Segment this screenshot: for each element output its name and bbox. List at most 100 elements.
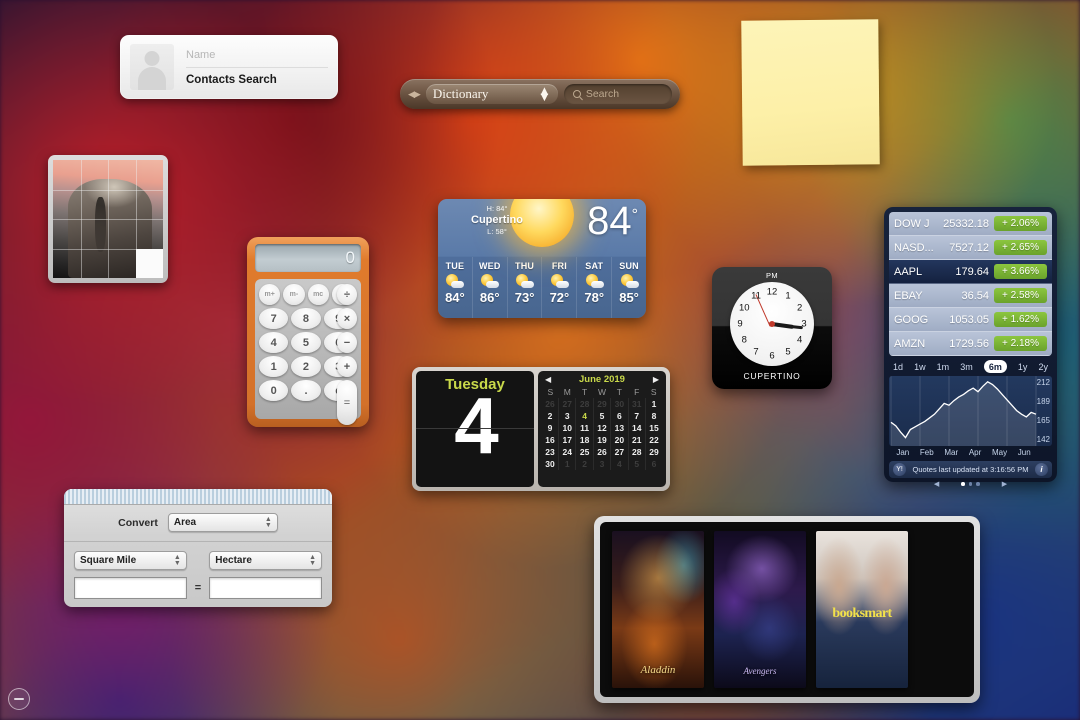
tile-game-widget[interactable]: [48, 155, 168, 283]
calendar-day-cell[interactable]: 2: [576, 458, 593, 470]
converter-category-select[interactable]: Area ▲▼: [168, 513, 278, 532]
movie-poster[interactable]: Aladdin: [612, 531, 704, 688]
dictionary-search-input[interactable]: Search: [564, 84, 672, 104]
calendar-day-cell[interactable]: 21: [628, 434, 645, 446]
calendar-day-cell[interactable]: 26: [593, 446, 610, 458]
calculator-key-mminus[interactable]: m-: [283, 284, 304, 305]
stock-row[interactable]: GOOG 1053.05 + 1.62%: [889, 308, 1052, 332]
calendar-day-cell[interactable]: 9: [542, 422, 559, 434]
calendar-day-cell[interactable]: 3: [593, 458, 610, 470]
calculator-key-divide[interactable]: ÷: [337, 284, 357, 305]
calendar-day-cell[interactable]: 15: [645, 422, 662, 434]
calendar-day-cell[interactable]: 12: [593, 422, 610, 434]
calendar-day-cell[interactable]: 4: [611, 458, 628, 470]
calendar-day-cell[interactable]: 23: [542, 446, 559, 458]
calendar-day-cell[interactable]: 10: [559, 422, 576, 434]
range-1d[interactable]: 1d: [893, 362, 903, 372]
stock-row[interactable]: AMZN 1729.56 + 2.18%: [889, 332, 1052, 356]
range-3m[interactable]: 3m: [960, 362, 973, 372]
calendar-day-cell[interactable]: 2: [542, 410, 559, 422]
stock-row[interactable]: EBAY 36.54 + 2.58%: [889, 284, 1052, 308]
calendar-day-cell[interactable]: 19: [593, 434, 610, 446]
calculator-key-1[interactable]: 1: [259, 356, 288, 377]
calculator-key-8[interactable]: 8: [291, 308, 320, 329]
stocks-next-button[interactable]: ▶: [1002, 480, 1007, 488]
dictionary-nav-arrows-icon[interactable]: ◀▶: [408, 89, 420, 100]
calendar-day-cell[interactable]: 5: [593, 410, 610, 422]
calendar-day-cell[interactable]: 14: [628, 422, 645, 434]
converter-from-unit-select[interactable]: Square Mile ▲▼: [74, 551, 187, 570]
calculator-key-4[interactable]: 4: [259, 332, 288, 353]
calendar-widget[interactable]: Tuesday 4 ◀ June 2019 ▶ S M T W T F S 26…: [412, 367, 670, 491]
calendar-day-cell[interactable]: 27: [611, 446, 628, 458]
range-2y[interactable]: 2y: [1038, 362, 1048, 372]
calendar-day-cell[interactable]: 30: [611, 398, 628, 410]
calendar-day-cell[interactable]: 28: [628, 446, 645, 458]
dictionary-widget[interactable]: ◀▶ Dictionary ▲▼ Search: [400, 79, 680, 109]
calendar-day-cell[interactable]: 25: [576, 446, 593, 458]
stocks-widget[interactable]: DOW J 25332.18 + 2.06% NASD... 7527.12 +…: [884, 207, 1057, 482]
calculator-key-2[interactable]: 2: [291, 356, 320, 377]
calculator-key-0[interactable]: 0: [259, 380, 288, 401]
range-1y[interactable]: 1y: [1018, 362, 1028, 372]
remove-widget-button[interactable]: [8, 688, 30, 710]
calendar-prev-month-button[interactable]: ◀: [545, 375, 551, 384]
weather-widget[interactable]: H: 84° Cupertino L: 58° 84° TUE 84° WED …: [438, 199, 646, 318]
calendar-day-cell[interactable]: 7: [628, 410, 645, 422]
calendar-day-cell[interactable]: 5: [628, 458, 645, 470]
calendar-day-cell[interactable]: 31: [628, 398, 645, 410]
calendar-day-cell[interactable]: 20: [611, 434, 628, 446]
dictionary-source-select[interactable]: Dictionary ▲▼: [426, 84, 558, 104]
calendar-month-panel[interactable]: ◀ June 2019 ▶ S M T W T F S 262728293031…: [538, 371, 666, 487]
stocks-prev-button[interactable]: ◀: [934, 480, 939, 488]
range-1w[interactable]: 1w: [914, 362, 926, 372]
clock-widget[interactable]: PM 121234567891011 CUPERTINO: [712, 267, 832, 389]
calculator-key-add[interactable]: +: [337, 356, 357, 377]
contact-name-input[interactable]: Name: [186, 49, 328, 68]
calendar-day-cell[interactable]: 26: [542, 398, 559, 410]
stock-row-selected[interactable]: AAPL 179.64 + 3.66%: [889, 260, 1052, 284]
calendar-day-cell[interactable]: 1: [645, 398, 662, 410]
calendar-day-cell[interactable]: 29: [645, 446, 662, 458]
converter-to-input[interactable]: [209, 577, 322, 599]
calendar-day-cell[interactable]: 4: [576, 410, 593, 422]
range-6m-selected[interactable]: 6m: [984, 360, 1007, 373]
calculator-widget[interactable]: 0 m+ m- mc mr 7 8 9 4 5 6 1 2 3: [247, 237, 369, 427]
calendar-day-cell[interactable]: 29: [593, 398, 610, 410]
calendar-day-cell[interactable]: 8: [645, 410, 662, 422]
stock-row[interactable]: DOW J 25332.18 + 2.06%: [889, 212, 1052, 236]
calculator-key-multiply[interactable]: ×: [337, 308, 357, 329]
tile-game-board[interactable]: [53, 160, 163, 278]
movie-poster[interactable]: booksmart: [816, 531, 908, 688]
stock-row[interactable]: NASD... 7527.12 + 2.65%: [889, 236, 1052, 260]
tile-game-empty-slot[interactable]: [136, 249, 164, 279]
calculator-key-decimal[interactable]: .: [291, 380, 320, 401]
calendar-day-cell[interactable]: 17: [559, 434, 576, 446]
calendar-day-cell[interactable]: 11: [576, 422, 593, 434]
calculator-key-mc[interactable]: mc: [308, 284, 329, 305]
info-button[interactable]: i: [1035, 463, 1048, 476]
sticky-note-widget[interactable]: [741, 19, 880, 165]
yahoo-logo-icon[interactable]: Y!: [893, 463, 906, 476]
calendar-day-cell[interactable]: 16: [542, 434, 559, 446]
movie-poster[interactable]: Avengers: [714, 531, 806, 688]
calculator-key-mplus[interactable]: m+: [259, 284, 280, 305]
calendar-day-cell[interactable]: 27: [559, 398, 576, 410]
calculator-key-subtract[interactable]: −: [337, 332, 357, 353]
converter-from-input[interactable]: [74, 577, 187, 599]
calendar-day-cell[interactable]: 28: [576, 398, 593, 410]
calendar-day-cell[interactable]: 30: [542, 458, 559, 470]
calendar-day-cell[interactable]: 6: [611, 410, 628, 422]
movies-widget[interactable]: Aladdin Avengers booksmart: [594, 516, 980, 703]
contacts-widget[interactable]: Name Contacts Search: [120, 35, 338, 99]
calendar-day-cell[interactable]: 1: [559, 458, 576, 470]
calculator-key-7[interactable]: 7: [259, 308, 288, 329]
unit-converter-widget[interactable]: Convert Area ▲▼ Square Mile ▲▼ = Hectare…: [64, 489, 332, 607]
range-1m[interactable]: 1m: [937, 362, 950, 372]
calendar-day-cell[interactable]: 18: [576, 434, 593, 446]
calculator-key-5[interactable]: 5: [291, 332, 320, 353]
calendar-day-cell[interactable]: 24: [559, 446, 576, 458]
calendar-day-cell[interactable]: 22: [645, 434, 662, 446]
calculator-key-equals[interactable]: =: [337, 380, 357, 425]
calendar-day-cell[interactable]: 13: [611, 422, 628, 434]
